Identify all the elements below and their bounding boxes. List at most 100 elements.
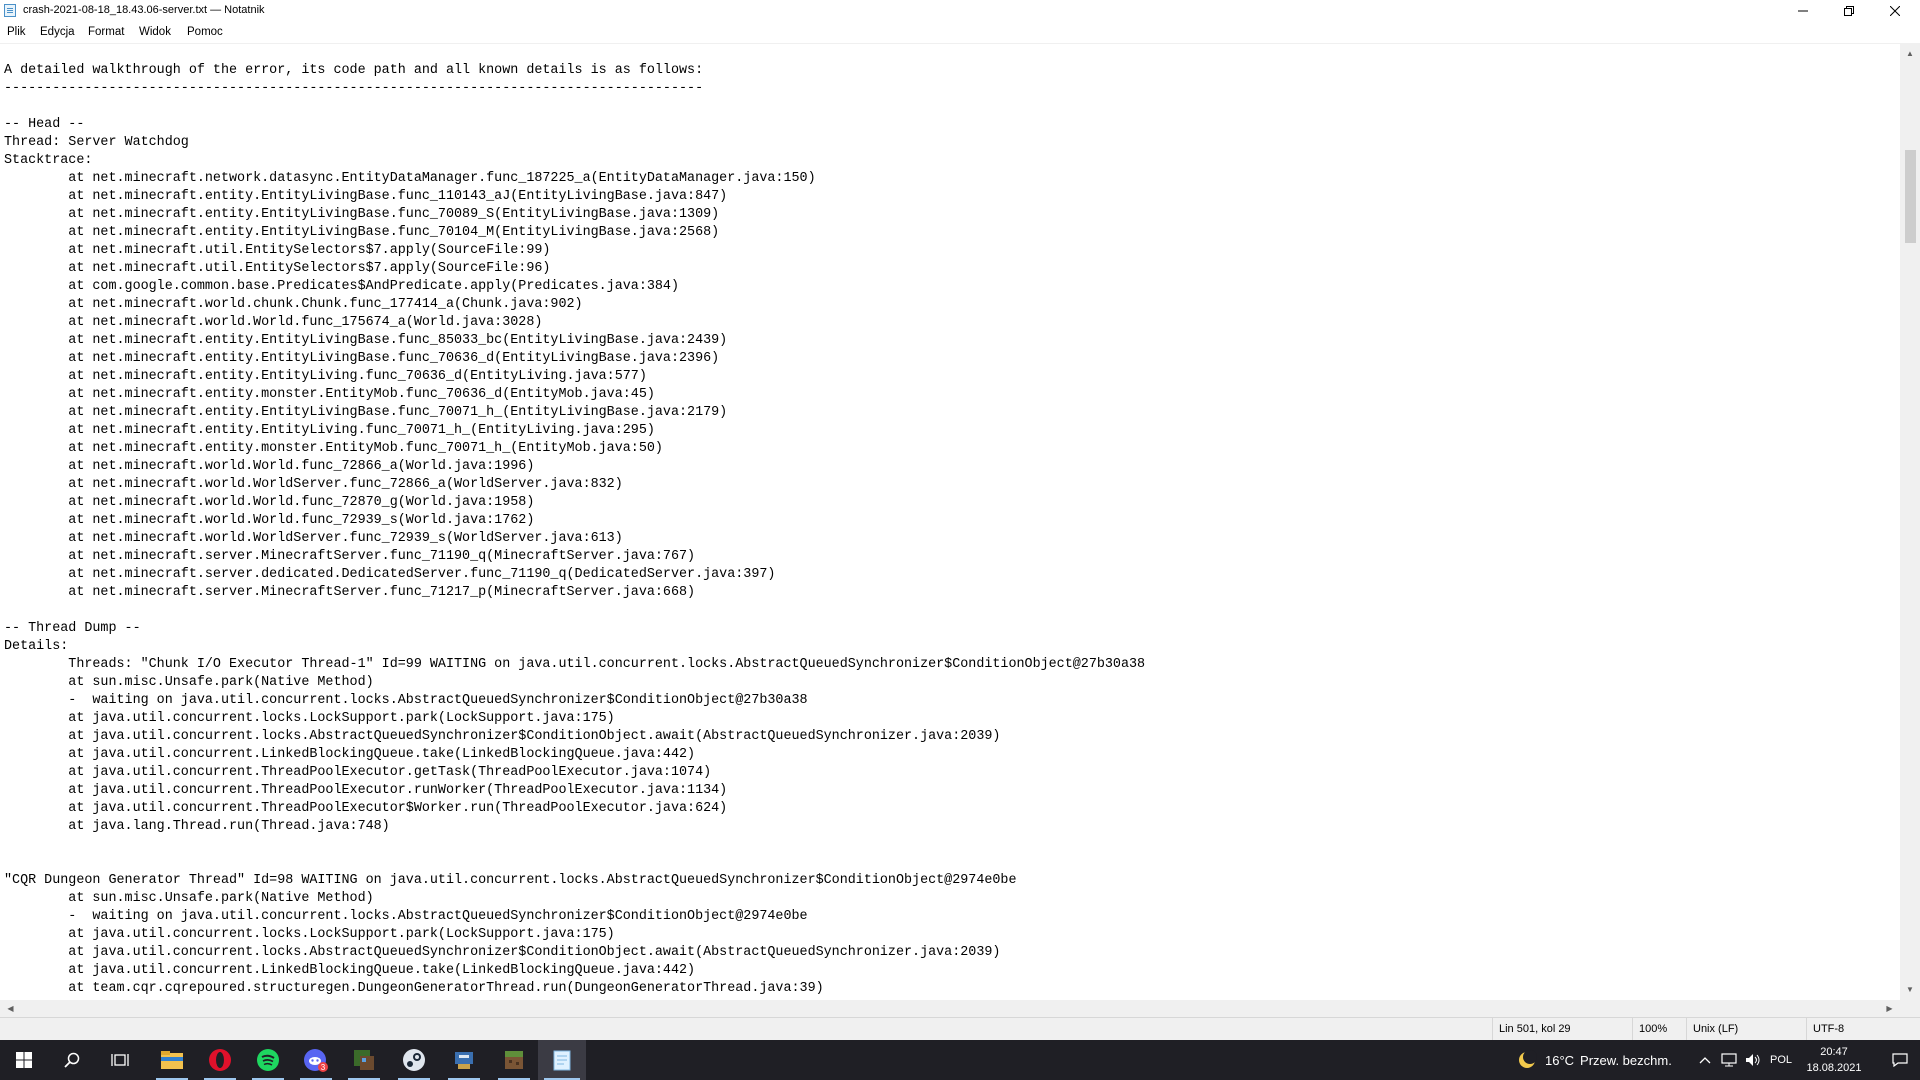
- text-line: at net.minecraft.server.MinecraftServer.…: [4, 549, 696, 564]
- taskbar-opera[interactable]: [196, 1040, 244, 1080]
- restore-button[interactable]: [1826, 0, 1872, 22]
- restore-icon: [1844, 6, 1854, 16]
- scroll-down-icon[interactable]: ▼: [1900, 981, 1920, 998]
- task-view-icon: [111, 1054, 129, 1066]
- windows-start-icon: [16, 1052, 32, 1068]
- start-button[interactable]: [0, 1040, 48, 1080]
- taskbar: 3 16°C Przew. bezchm. POL 20:47 18.08.20…: [0, 1040, 1920, 1080]
- taskbar-notepad[interactable]: [538, 1040, 586, 1080]
- text-line: at net.minecraft.entity.EntityLivingBase…: [4, 189, 728, 204]
- text-line: at net.minecraft.util.EntitySelectors$7.…: [4, 261, 551, 276]
- text-line: at net.minecraft.util.EntitySelectors$7.…: [4, 243, 551, 258]
- taskbar-minecraft[interactable]: [490, 1040, 538, 1080]
- taskbar-minecraft-launcher[interactable]: [340, 1040, 388, 1080]
- weather-widget[interactable]: 16°C Przew. bezchm.: [1517, 1040, 1672, 1080]
- horizontal-scrollbar[interactable]: ◀ ▶: [0, 1000, 1900, 1017]
- text-line: Details:: [4, 639, 69, 654]
- text-line: at java.util.concurrent.ThreadPoolExecut…: [4, 783, 728, 798]
- minimize-button[interactable]: [1780, 0, 1826, 22]
- volume-icon: [1746, 1054, 1760, 1066]
- text-line: at net.minecraft.entity.monster.EntityMo…: [4, 441, 663, 456]
- text-line: at java.util.concurrent.locks.LockSuppor…: [4, 711, 615, 726]
- text-line: at java.util.concurrent.locks.LockSuppor…: [4, 927, 615, 942]
- text-line: Stacktrace:: [4, 153, 93, 168]
- menu-help[interactable]: Pomoc: [187, 26, 223, 38]
- scroll-thumb[interactable]: [1905, 150, 1916, 243]
- text-line: at net.minecraft.network.datasync.Entity…: [4, 171, 816, 186]
- close-icon: [1890, 6, 1900, 16]
- text-line: -- Thread Dump --: [4, 621, 141, 636]
- chevron-up-icon: [1699, 1057, 1711, 1064]
- scroll-left-icon[interactable]: ◀: [2, 1000, 19, 1017]
- volume-button[interactable]: [1745, 1040, 1761, 1080]
- language-indicator[interactable]: POL: [1770, 1040, 1792, 1080]
- weather-desc: Przew. bezchm.: [1580, 1052, 1672, 1068]
- server-manager-icon: [455, 1052, 473, 1069]
- status-position: Lin 501, kol 29: [1492, 1018, 1632, 1040]
- text-line: at net.minecraft.entity.EntityLiving.fun…: [4, 369, 647, 384]
- text-line: [4, 836, 1900, 854]
- text-line: [4, 854, 1900, 872]
- status-encoding: UTF-8: [1806, 1018, 1920, 1040]
- taskbar-file-explorer[interactable]: [148, 1040, 196, 1080]
- menu-format[interactable]: Format: [88, 26, 124, 38]
- notification-icon: [1892, 1053, 1908, 1067]
- discord-badge: 3: [321, 1063, 326, 1072]
- search-button[interactable]: [48, 1040, 96, 1080]
- text-content[interactable]: A detailed walkthrough of the error, its…: [0, 44, 1900, 998]
- clock[interactable]: 20:47 18.08.2021: [1798, 1044, 1870, 1076]
- text-line: Thread: Server Watchdog: [4, 135, 189, 150]
- text-line: at java.lang.Thread.run(Thread.java:748): [4, 819, 390, 834]
- taskbar-server-manager[interactable]: [440, 1040, 488, 1080]
- text-line: - waiting on java.util.concurrent.locks.…: [4, 693, 808, 708]
- menu-edit[interactable]: Edycja: [40, 26, 75, 38]
- menu-file[interactable]: Plik: [7, 26, 26, 38]
- tray-overflow-button[interactable]: [1699, 1040, 1711, 1080]
- menu-view[interactable]: Widok: [139, 26, 171, 38]
- menu-bar: Plik Edycja Format Widok Pomoc: [0, 22, 1920, 43]
- text-line: at net.minecraft.world.World.func_72870_…: [4, 495, 535, 510]
- text-line: ----------------------------------------…: [4, 81, 704, 96]
- minecraft-launcher-icon: [354, 1050, 374, 1070]
- taskbar-steam[interactable]: [390, 1040, 438, 1080]
- text-line: at net.minecraft.entity.EntityLiving.fun…: [4, 423, 655, 438]
- text-editor[interactable]: A detailed walkthrough of the error, its…: [0, 43, 1900, 1001]
- taskbar-discord[interactable]: 3: [292, 1040, 340, 1080]
- text-line: at net.minecraft.server.MinecraftServer.…: [4, 585, 696, 600]
- scrollbar-corner: [1900, 1000, 1920, 1017]
- opera-icon: [209, 1049, 231, 1071]
- taskbar-spotify[interactable]: [244, 1040, 292, 1080]
- status-line-ending: Unix (LF): [1686, 1018, 1806, 1040]
- text-line: at net.minecraft.world.WorldServer.func_…: [4, 531, 623, 546]
- text-line: at com.google.common.base.Predicates$And…: [4, 279, 679, 294]
- text-line: at net.minecraft.server.dedicated.Dedica…: [4, 567, 776, 582]
- vertical-scrollbar[interactable]: ▲ ▼: [1900, 43, 1920, 1000]
- moon-icon: [1519, 1050, 1537, 1068]
- text-line: at team.cqr.cqrepoured.structuregen.Dung…: [4, 981, 824, 996]
- minecraft-icon: [505, 1051, 523, 1069]
- text-line: at net.minecraft.entity.EntityLivingBase…: [4, 351, 720, 366]
- scroll-up-icon[interactable]: ▲: [1900, 45, 1920, 62]
- notifications-button[interactable]: [1880, 1040, 1920, 1080]
- steam-icon: [403, 1049, 425, 1071]
- network-button[interactable]: [1721, 1040, 1737, 1080]
- text-line: - waiting on java.util.concurrent.locks.…: [4, 909, 808, 924]
- title-bar: crash-2021-08-18_18.43.06-server.txt — N…: [0, 0, 1920, 22]
- text-line: at java.util.concurrent.locks.AbstractQu…: [4, 945, 1001, 960]
- text-line: at net.minecraft.world.WorldServer.func_…: [4, 477, 623, 492]
- text-line: at java.util.concurrent.LinkedBlockingQu…: [4, 963, 696, 978]
- weather-temp: 16°C: [1545, 1052, 1575, 1068]
- text-line: [4, 98, 1900, 116]
- close-button[interactable]: [1872, 0, 1918, 22]
- scroll-right-icon[interactable]: ▶: [1881, 1000, 1898, 1017]
- text-line: -- Head --: [4, 117, 85, 132]
- text-line: at java.util.concurrent.locks.AbstractQu…: [4, 729, 1001, 744]
- task-view-button[interactable]: [96, 1040, 144, 1080]
- text-line: at net.minecraft.entity.EntityLivingBase…: [4, 225, 720, 240]
- text-line: at net.minecraft.entity.EntityLivingBase…: [4, 207, 720, 222]
- clock-time: 20:47: [1820, 1046, 1848, 1058]
- text-line: at sun.misc.Unsafe.park(Native Method): [4, 675, 374, 690]
- network-icon: [1721, 1053, 1737, 1067]
- notepad-icon: [553, 1050, 571, 1071]
- minimize-icon: [1798, 10, 1808, 12]
